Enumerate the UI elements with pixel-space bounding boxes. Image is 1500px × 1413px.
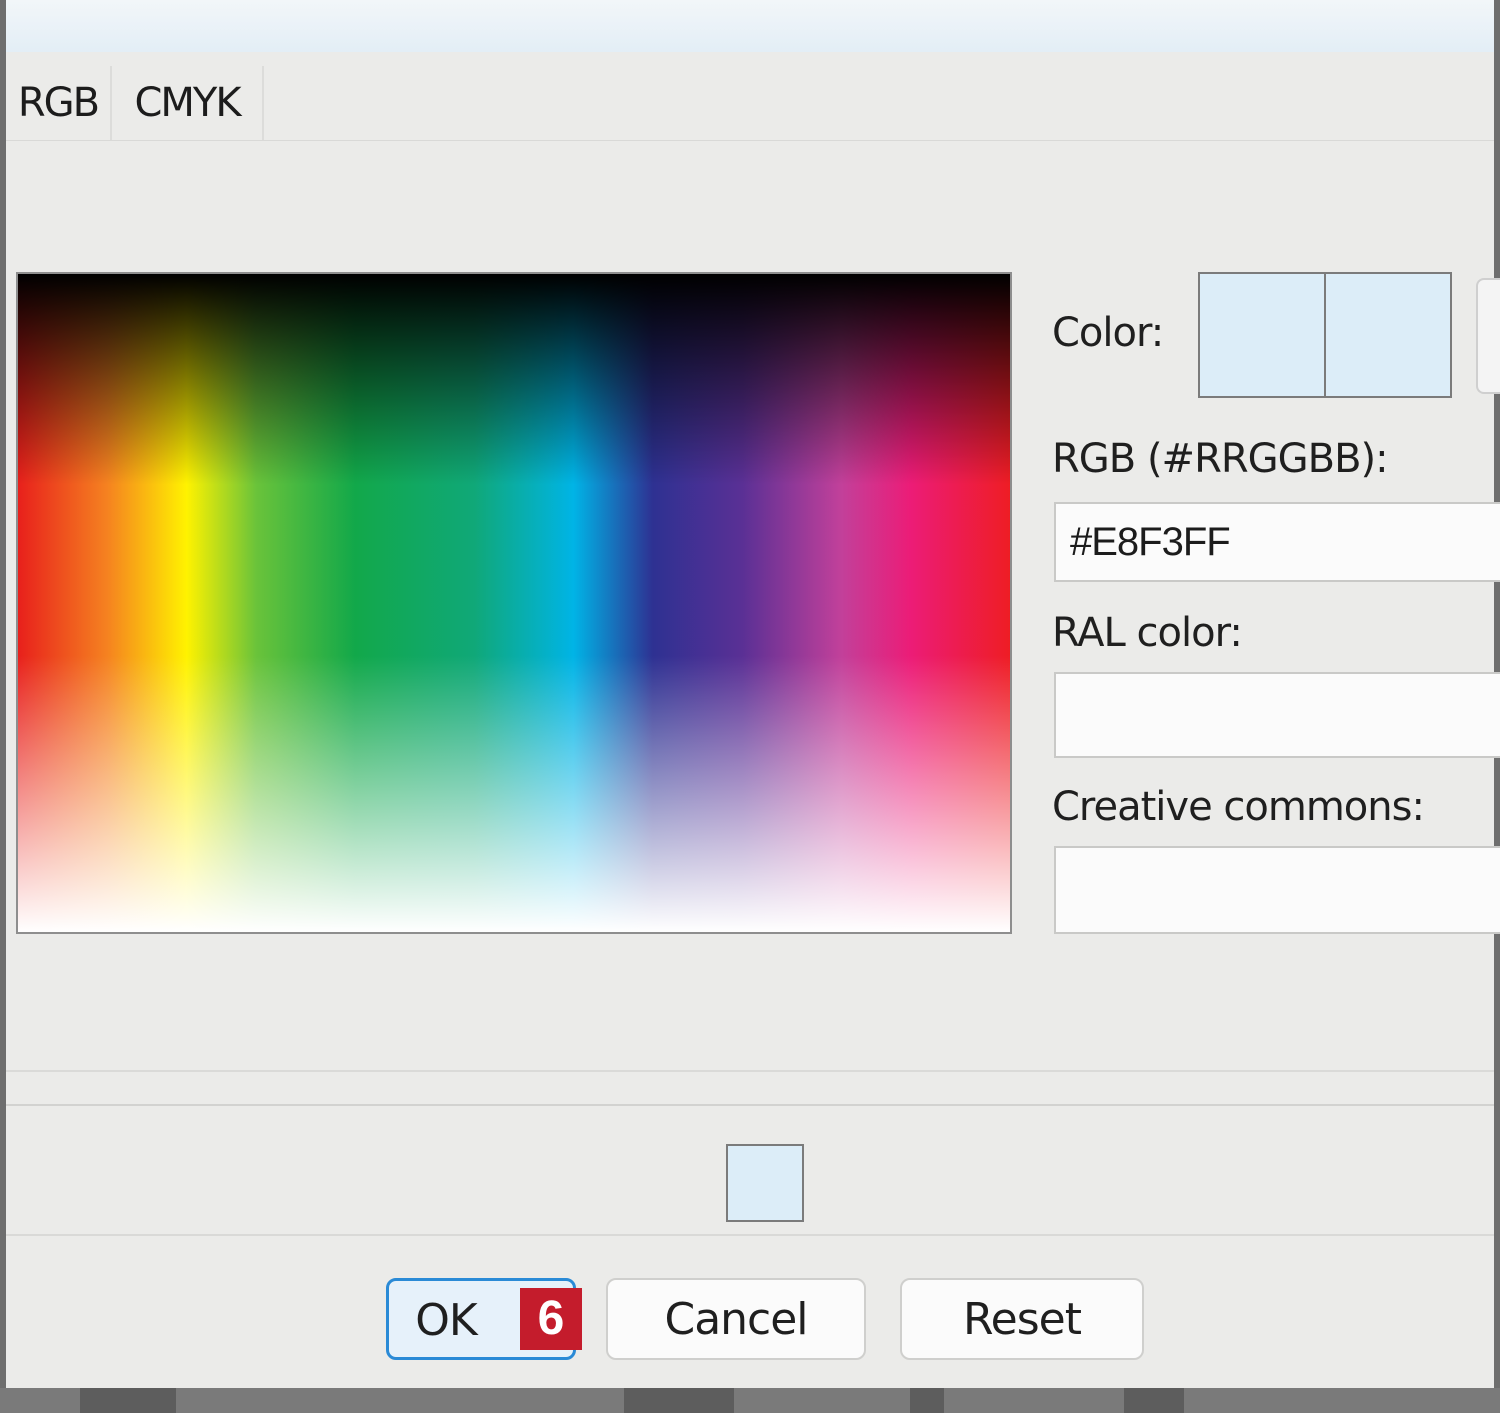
rgb-label: RGB (#RRGGBB):	[1052, 436, 1389, 482]
old-color-swatch	[1324, 272, 1452, 398]
taskbar-segment	[910, 1388, 944, 1413]
tab-cmyk[interactable]: CMYK	[112, 66, 264, 140]
new-color-swatch	[1198, 272, 1326, 398]
divider	[6, 1234, 1494, 1236]
step-number-badge: 6	[520, 1288, 582, 1350]
cancel-button[interactable]: Cancel	[606, 1278, 866, 1360]
color-preview-swatch	[726, 1144, 804, 1222]
dialog-titlebar[interactable]	[6, 0, 1494, 52]
taskbar-segment	[1124, 1388, 1184, 1413]
ral-color-label: RAL color:	[1052, 610, 1243, 656]
taskbar	[0, 1388, 1500, 1413]
tab-rgb[interactable]: RGB	[6, 66, 112, 140]
taskbar-segment	[624, 1388, 734, 1413]
divider	[6, 1104, 1494, 1106]
reset-button[interactable]: Reset	[900, 1278, 1144, 1360]
color-spectrum-picker[interactable]	[16, 272, 1012, 934]
color-label: Color:	[1052, 310, 1164, 356]
ral-color-input[interactable]	[1054, 672, 1500, 758]
color-pick-button[interactable]	[1476, 278, 1500, 394]
creative-commons-label: Creative commons:	[1052, 784, 1425, 830]
creative-commons-input[interactable]	[1054, 846, 1500, 934]
taskbar-segment	[80, 1388, 176, 1413]
divider	[6, 1070, 1494, 1072]
tab-bar: RGB CMYK	[6, 60, 1494, 141]
rgb-hex-input[interactable]	[1054, 502, 1500, 582]
window-frame-left	[0, 0, 6, 1413]
